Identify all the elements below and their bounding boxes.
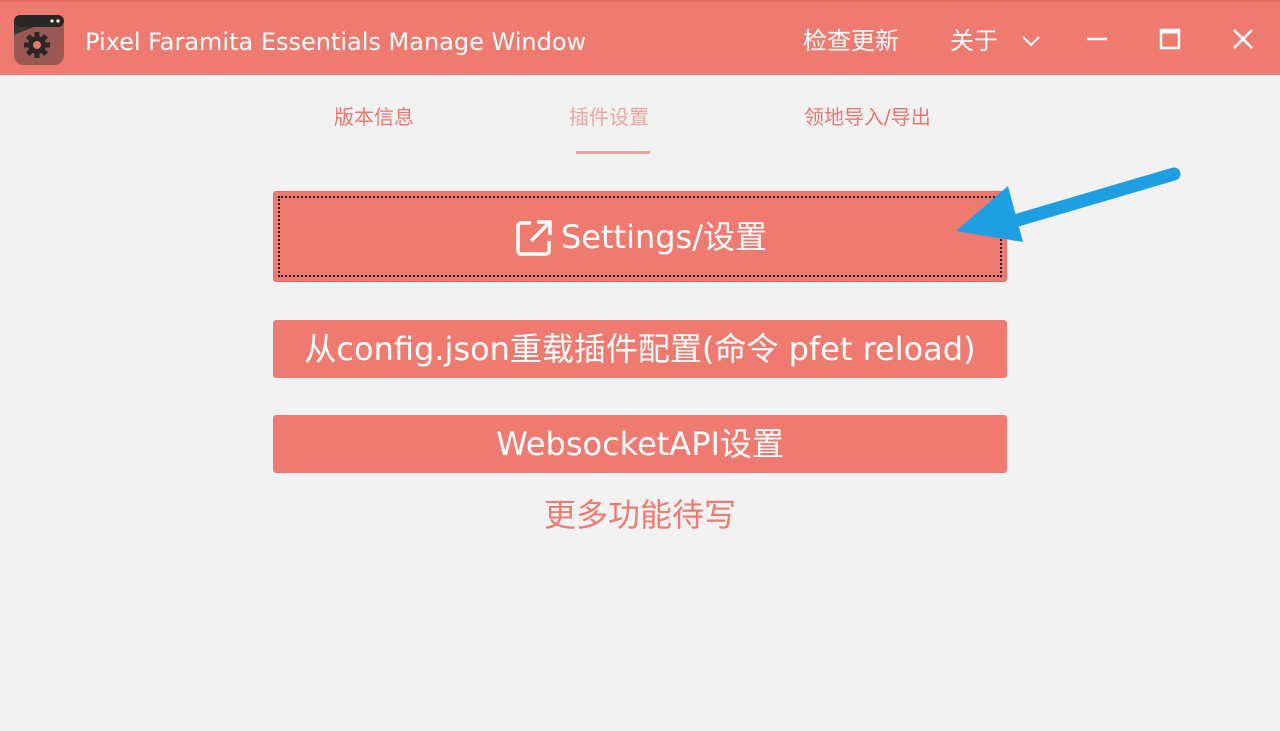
chevron-down-icon[interactable] (1021, 32, 1041, 50)
settings-button[interactable]: Settings/设置 (273, 191, 1007, 282)
tab-plugin-settings[interactable]: 插件设置 (569, 103, 649, 131)
reload-config-button[interactable]: 从config.json重载插件配置(命令 pfet reload) (273, 320, 1007, 378)
title-bar: Pixel Faramita Essentials Manage Window … (0, 0, 1280, 75)
app-window: Pixel Faramita Essentials Manage Window … (0, 0, 1280, 731)
settings-button-label: Settings/设置 (560, 218, 768, 256)
app-gear-icon (14, 15, 64, 65)
tab-version-info[interactable]: 版本信息 (334, 103, 414, 131)
window-title: Pixel Faramita Essentials Manage Window (85, 28, 587, 56)
more-features-text: 更多功能待写 (543, 496, 736, 534)
about-menu[interactable]: 关于 (950, 24, 998, 58)
check-update-menu[interactable]: 检查更新 (803, 24, 899, 58)
active-tab-indicator (576, 151, 650, 154)
annotation-arrow-icon (956, 167, 1181, 242)
minimize-icon[interactable] (1082, 24, 1112, 54)
external-link-icon (516, 219, 552, 256)
maximize-icon[interactable] (1155, 24, 1185, 54)
close-icon[interactable] (1228, 24, 1258, 54)
tab-territory-import-export[interactable]: 领地导入/导出 (804, 103, 931, 131)
websocket-api-settings-button[interactable]: WebsocketAPI设置 (273, 415, 1007, 473)
